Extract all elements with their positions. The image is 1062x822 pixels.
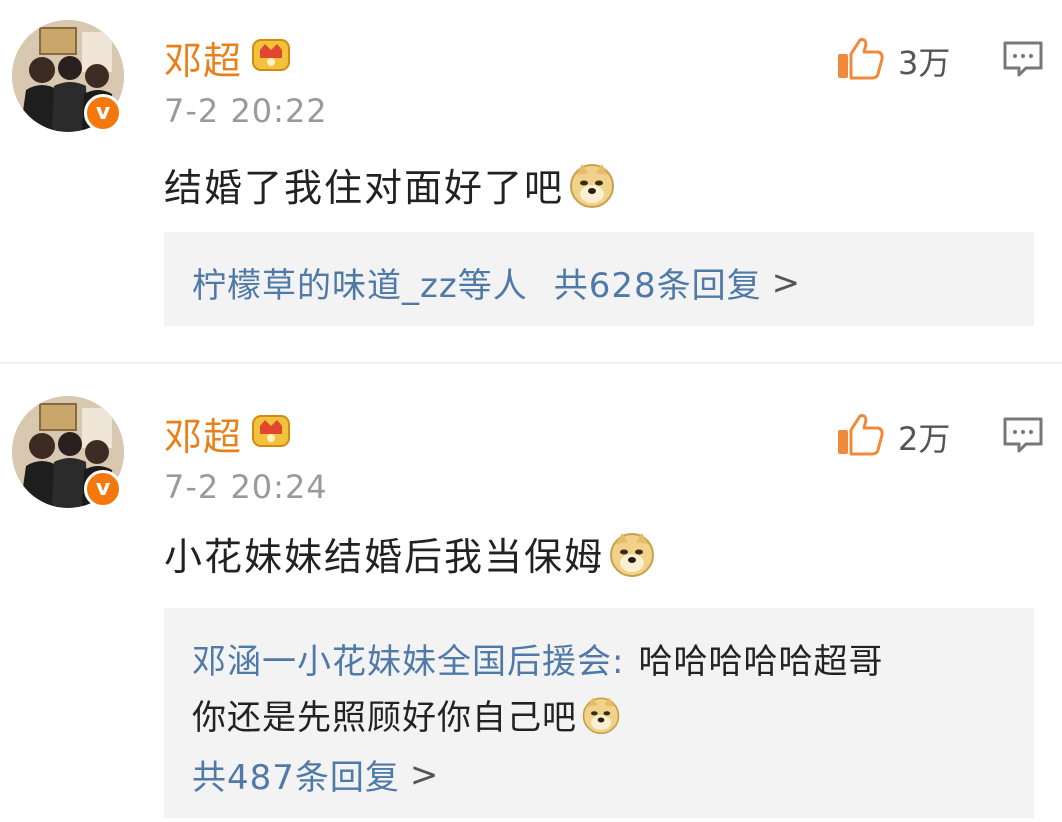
comment-icon[interactable] bbox=[1002, 40, 1044, 78]
verified-badge-icon: v bbox=[84, 94, 122, 132]
reply-summary-line[interactable]: 共487条回复 > bbox=[192, 750, 439, 799]
comment-icon[interactable] bbox=[1002, 416, 1044, 454]
top-reply-line-2: 你还是先照顾好你自己吧 bbox=[192, 690, 621, 739]
crown-icon bbox=[252, 415, 290, 447]
top-reply-text: 哈哈哈哈哈超哥 bbox=[638, 642, 884, 682]
comment-text-label: 结婚了我住对面好了吧 bbox=[164, 166, 565, 210]
doge-emoji-icon bbox=[570, 163, 615, 208]
comment-item: v 邓超 7-2 20:22 结婚了我住对面好了吧 3万 柠檬草的味道_zz等人… bbox=[0, 0, 1062, 360]
thumbs-up-icon[interactable] bbox=[836, 412, 884, 456]
comment-text-label: 小花妹妹结婚后我当保姆 bbox=[164, 535, 605, 579]
doge-emoji-icon bbox=[582, 697, 620, 734]
comment-text: 小花妹妹结婚后我当保姆 bbox=[164, 526, 656, 581]
comment-text: 结婚了我住对面好了吧 bbox=[164, 157, 616, 212]
divider bbox=[0, 362, 1062, 364]
timestamp: 7-2 20:22 bbox=[164, 92, 328, 130]
reply-count[interactable]: 共628条回复 bbox=[554, 258, 762, 307]
chevron-right-icon: > bbox=[409, 754, 440, 795]
crown-icon bbox=[252, 39, 290, 71]
reply-summary-line[interactable]: 柠檬草的味道_zz等人 共628条回复 > bbox=[192, 258, 801, 307]
top-reply-line-1[interactable]: 邓涵一小花妹妹全国后援会: 哈哈哈哈哈超哥 bbox=[192, 634, 883, 683]
reply-summary-box[interactable]: 邓涵一小花妹妹全国后援会: 哈哈哈哈哈超哥 你还是先照顾好你自己吧 共487条回… bbox=[164, 608, 1034, 818]
reply-users[interactable]: 柠檬草的味道_zz等人 bbox=[192, 258, 528, 307]
like-count: 2万 bbox=[898, 420, 951, 458]
reply-count[interactable]: 共487条回复 bbox=[192, 750, 400, 799]
username[interactable]: 邓超 bbox=[164, 30, 242, 85]
timestamp: 7-2 20:24 bbox=[164, 468, 328, 506]
verified-badge-icon: v bbox=[84, 470, 122, 508]
like-count: 3万 bbox=[898, 44, 951, 82]
doge-emoji-icon bbox=[610, 532, 655, 577]
thumbs-up-icon[interactable] bbox=[836, 36, 884, 80]
reply-summary-box[interactable]: 柠檬草的味道_zz等人 共628条回复 > bbox=[164, 232, 1034, 326]
top-reply-user[interactable]: 邓涵一小花妹妹全国后援会: bbox=[192, 634, 624, 683]
chevron-right-icon: > bbox=[771, 262, 802, 303]
comment-item: v 邓超 7-2 20:24 小花妹妹结婚后我当保姆 2万 邓涵一小花妹妹全国后… bbox=[0, 368, 1062, 822]
top-reply-text: 你还是先照顾好你自己吧 bbox=[192, 698, 577, 738]
username[interactable]: 邓超 bbox=[164, 406, 242, 461]
